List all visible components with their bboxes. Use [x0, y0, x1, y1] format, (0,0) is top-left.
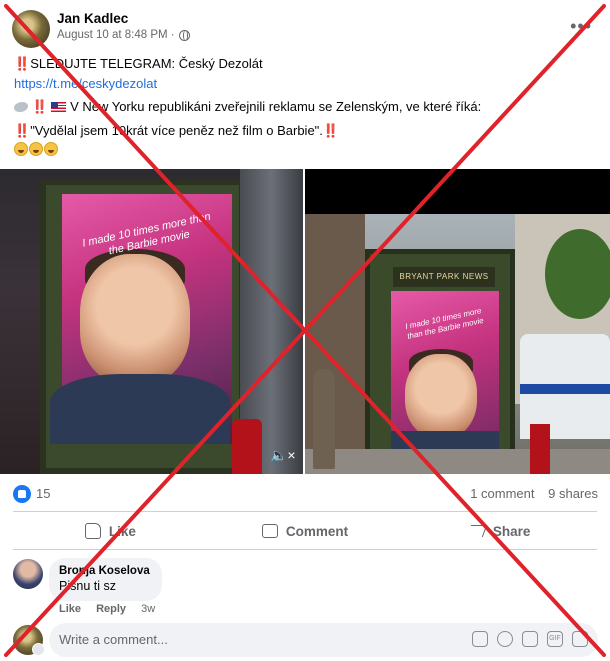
comment-count[interactable]: 1 comment [470, 486, 534, 501]
comment-age[interactable]: 3w [141, 603, 155, 615]
quote-text: "Vydělal jsem 10krát více peněz než film… [30, 122, 323, 138]
laughing-emoji-icon [44, 142, 58, 156]
emoji-icon[interactable] [497, 631, 513, 647]
post-text: ‼️SLEDUJTE TELEGRAM: Český Dezolát https… [14, 54, 599, 160]
chevron-down-icon[interactable] [32, 643, 45, 656]
divider [13, 511, 597, 512]
like-reaction-icon[interactable] [13, 485, 31, 503]
figure-face [80, 254, 190, 384]
author-name[interactable]: Jan Kadlec [57, 11, 128, 26]
avatar-sticker-icon[interactable] [472, 631, 488, 647]
post-media[interactable]: I made 10 times more than the Barbie mov… [0, 169, 610, 474]
comment-placeholder: Write a comment... [59, 632, 168, 647]
comment-text: Pisnu ti sz [59, 579, 116, 593]
double-exclamation-icon: ‼️ [31, 99, 48, 114]
post-line-telegram: ‼️SLEDUJTE TELEGRAM: Český Dezolát [14, 54, 599, 74]
share-label: Share [492, 523, 531, 539]
dove-icon [14, 102, 28, 112]
post-line-description: ‼️ V New Yorku republikáni zveřejnili re… [14, 97, 599, 117]
double-exclamation-icon: ‼️ [14, 56, 31, 71]
engagement-stats: 1 comment 9 shares [460, 486, 598, 501]
globe-icon [178, 29, 190, 41]
camera-icon[interactable] [522, 631, 538, 647]
laughing-emoji-icon [29, 142, 43, 156]
post-line-link: https://t.me/ceskydezolat [14, 74, 599, 94]
more-options-icon[interactable]: ••• [570, 16, 592, 37]
reaction-count[interactable]: 15 [36, 486, 50, 501]
like-label: Like [108, 523, 136, 539]
comment-reply-button[interactable]: Reply [96, 603, 126, 615]
comment-label: Comment [285, 523, 349, 539]
laughing-emoji-icon [14, 142, 28, 156]
share-button[interactable]: Share [402, 516, 597, 546]
telegram-link[interactable]: https://t.me/ceskydezolat [14, 76, 157, 91]
author-avatar[interactable] [12, 10, 50, 48]
post-timestamp[interactable]: August 10 at 8:48 PM · [57, 29, 175, 41]
divider [13, 549, 597, 550]
sticker-icon[interactable] [572, 631, 588, 647]
tree [545, 229, 610, 319]
comment-bubble: Bronja Koselova Pisnu ti sz [49, 558, 162, 601]
thumbs-up-icon [84, 523, 101, 539]
commenter-name[interactable]: Bronja Koselova [59, 564, 150, 578]
comment-bubble-icon [261, 524, 278, 538]
comment-actions: Like Reply 3w [59, 603, 155, 615]
muted-volume-icon[interactable]: 🔈× [270, 447, 296, 464]
video-thumbnail[interactable]: I made 10 times more than the Barbie mov… [0, 169, 303, 474]
double-exclamation-icon: ‼️ [14, 122, 31, 138]
kiosk-sign: BRYANT PARK NEWS [393, 267, 495, 287]
comment-item: Bronja Koselova Pisnu ti sz Like Reply 3… [13, 558, 598, 618]
post-line-emojis [14, 140, 599, 160]
post-meta: August 10 at 8:48 PM · [57, 29, 190, 41]
sidewalk [305, 449, 610, 474]
composer-icons: GIF [472, 631, 588, 647]
comment-composer: Write a comment... GIF [13, 623, 598, 657]
fire-hydrant [530, 424, 550, 474]
post-line-quote: ‼️"Vydělal jsem 10krát více peněz než fi… [14, 121, 599, 141]
share-arrow-icon [466, 525, 488, 537]
police-car-stripe [520, 384, 610, 394]
figure-face [405, 354, 477, 439]
post-header: Jan Kadlec August 10 at 8:48 PM · ••• [10, 8, 600, 48]
double-exclamation-icon: ‼️ [322, 122, 340, 138]
fire-hydrant [232, 419, 262, 474]
telegram-label: SLEDUJTE TELEGRAM: Český Dezolát [30, 56, 263, 71]
photo-thumbnail[interactable]: BRYANT PARK NEWS I made 10 times more th… [305, 169, 610, 474]
comment-like-button[interactable]: Like [59, 603, 81, 615]
us-flag-icon [51, 102, 67, 112]
description-text: V New Yorku republikáni zveřejnili rekla… [70, 99, 482, 114]
comment-input[interactable]: Write a comment... GIF [49, 623, 598, 657]
commenter-avatar[interactable] [13, 559, 43, 589]
share-count[interactable]: 9 shares [548, 486, 598, 501]
gif-icon[interactable]: GIF [547, 631, 563, 647]
like-button[interactable]: Like [13, 516, 208, 546]
pedestrian [313, 369, 335, 469]
action-bar: Like Comment Share [13, 516, 597, 546]
reactions-bar: 15 1 comment 9 shares [13, 484, 598, 504]
comment-button[interactable]: Comment [208, 516, 403, 546]
figure-suit [50, 374, 230, 444]
